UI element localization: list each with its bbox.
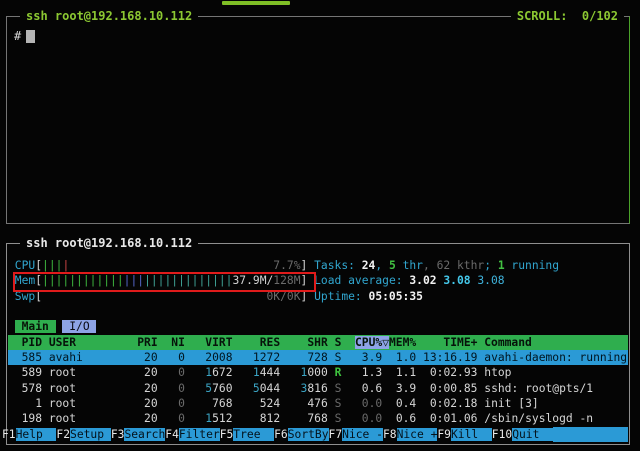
top-pane-title: ssh root@192.168.10.112	[20, 9, 198, 23]
fkey-f5[interactable]: F5Tree	[220, 427, 274, 442]
fkey-f7[interactable]: F7Nice -	[329, 427, 383, 442]
bottom-pane-title: ssh root@192.168.10.112	[20, 236, 198, 250]
shell-prompt-line[interactable]: #	[14, 29, 35, 44]
terminal-screen: ssh root@192.168.10.112 SCROLL: 0/102 # …	[0, 0, 640, 451]
uptime: Uptime: 05:05:35	[314, 290, 423, 303]
top-pane	[6, 16, 630, 224]
process-row[interactable]: 198 root 20 0 1512 812 768 S 0.0 0.6 0:0…	[8, 411, 628, 426]
fkey-f6[interactable]: F6SortBy	[274, 427, 328, 442]
function-key-bar: F1Help F2Setup F3SearchF4FilterF5Tree F6…	[2, 427, 628, 442]
fkey-f8[interactable]: F8Nice +	[383, 427, 437, 442]
process-row[interactable]: 1 root 20 0 768 524 476 S 0.0 0.4 0:02.1…	[8, 396, 628, 411]
spacer-line	[8, 304, 628, 319]
tab-io[interactable]: I/O	[62, 320, 96, 333]
cursor-block	[26, 30, 35, 43]
mem-annotation-box	[13, 272, 316, 292]
scroll-indicator: SCROLL: 0/102	[511, 9, 624, 23]
process-table-header[interactable]: PID USER PRI NI VIRT RES SHR S CPU%▽MEM%…	[8, 335, 628, 350]
tab-main[interactable]: Main	[15, 320, 56, 333]
fkey-f9[interactable]: F9Kill	[437, 427, 491, 442]
fkey-bar-fill	[553, 427, 628, 442]
tasks-summary: Tasks: 24, 5 thr, 62 kthr; 1 running	[314, 259, 559, 272]
load-average: Load average: 3.02 3.08 3.08	[314, 274, 504, 287]
process-row[interactable]: 585 avahi 20 0 2008 1272 728 S 3.9 1.0 1…	[8, 350, 628, 365]
shell-prompt: #	[14, 29, 21, 43]
htop-tab-bar: Main I/O	[8, 319, 628, 334]
fkey-f4[interactable]: F4Filter	[165, 427, 219, 442]
sort-column-cpu[interactable]: CPU%▽	[355, 336, 389, 349]
process-row[interactable]: 578 root 20 0 5760 5044 3816 S 0.6 3.9 0…	[8, 381, 628, 396]
fkey-f10[interactable]: F10Quit	[492, 427, 553, 442]
fkey-f3[interactable]: F3Search	[111, 427, 165, 442]
top-green-strip	[222, 1, 290, 5]
fkey-f2[interactable]: F2Setup	[56, 427, 110, 442]
fkey-f1[interactable]: F1Help	[2, 427, 56, 442]
process-row[interactable]: 589 root 20 0 1672 1444 1000 R 1.3 1.1 0…	[8, 365, 628, 380]
